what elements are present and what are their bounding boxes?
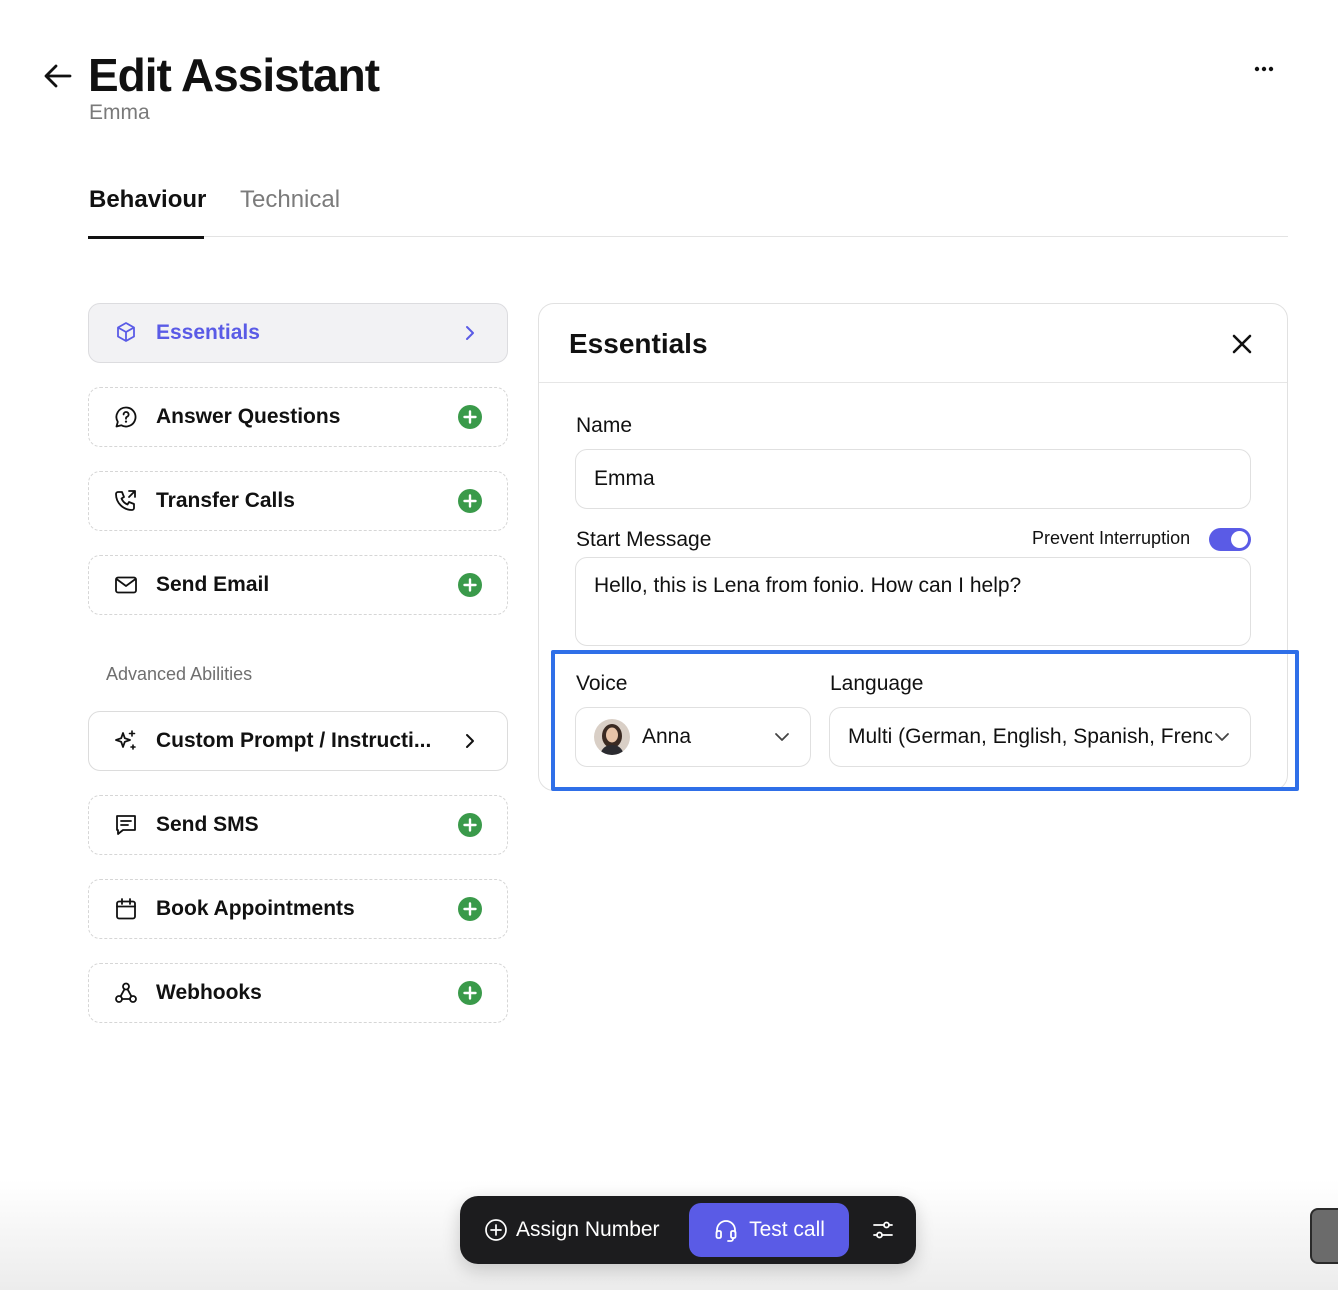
assign-number-label: Assign Number bbox=[516, 1218, 660, 1241]
tab-behaviour[interactable]: Behaviour bbox=[89, 186, 206, 214]
chevron-right-icon bbox=[457, 728, 483, 754]
mail-icon bbox=[113, 572, 139, 598]
add-circle-icon[interactable] bbox=[457, 980, 483, 1006]
ability-label: Custom Prompt / Instructi... bbox=[156, 729, 432, 752]
phone-transfer-icon bbox=[113, 488, 139, 514]
ability-label: Send SMS bbox=[156, 813, 259, 836]
add-circle-icon[interactable] bbox=[457, 896, 483, 922]
chevron-down-icon bbox=[772, 727, 792, 747]
prevent-interruption-label: Prevent Interruption bbox=[1032, 528, 1191, 548]
add-circle-outline-icon bbox=[484, 1218, 508, 1242]
name-input[interactable] bbox=[575, 449, 1251, 509]
add-circle-icon[interactable] bbox=[457, 488, 483, 514]
back-arrow-icon[interactable] bbox=[40, 58, 76, 94]
side-widget-handle[interactable] bbox=[1310, 1208, 1338, 1264]
voice-value: Anna bbox=[642, 725, 692, 748]
assign-number-button[interactable]: Assign Number bbox=[484, 1210, 660, 1250]
ability-essentials[interactable]: Essentials bbox=[88, 303, 508, 363]
cube-icon bbox=[113, 320, 139, 346]
ability-book-appointments[interactable]: Book Appointments bbox=[88, 879, 508, 939]
panel-divider bbox=[539, 382, 1287, 383]
headset-icon bbox=[713, 1217, 739, 1243]
webhook-icon bbox=[113, 980, 139, 1006]
ability-label: Book Appointments bbox=[156, 897, 355, 920]
test-call-label: Test call bbox=[749, 1218, 825, 1241]
chevron-right-icon bbox=[457, 320, 483, 346]
page-title: Edit Assistant bbox=[88, 49, 380, 101]
ability-label: Essentials bbox=[156, 321, 260, 344]
message-icon bbox=[113, 812, 139, 838]
advanced-abilities-label: Advanced Abilities bbox=[106, 664, 253, 684]
close-icon[interactable] bbox=[1226, 328, 1258, 360]
sliders-icon[interactable] bbox=[869, 1216, 897, 1244]
ability-label: Transfer Calls bbox=[156, 489, 295, 512]
calendar-icon bbox=[113, 896, 139, 922]
start-message-label: Start Message bbox=[576, 528, 712, 551]
tab-divider bbox=[88, 236, 1288, 237]
tab-technical[interactable]: Technical bbox=[240, 186, 340, 214]
voice-select[interactable]: Anna bbox=[575, 707, 811, 767]
ability-webhooks[interactable]: Webhooks bbox=[88, 963, 508, 1023]
chevron-down-icon bbox=[1212, 727, 1232, 747]
ability-send-sms[interactable]: Send SMS bbox=[88, 795, 508, 855]
panel-title: Essentials bbox=[569, 328, 708, 359]
test-call-button[interactable]: Test call bbox=[689, 1203, 849, 1257]
language-value: Multi (German, English, Spanish, French bbox=[848, 725, 1212, 748]
ability-label: Send Email bbox=[156, 573, 270, 596]
name-label: Name bbox=[576, 414, 633, 437]
add-circle-icon[interactable] bbox=[457, 812, 483, 838]
start-message-input[interactable]: Hello, this is Lena from fonio. How can … bbox=[575, 557, 1251, 646]
sparkle-icon bbox=[113, 728, 139, 754]
ability-transfer-calls[interactable]: Transfer Calls bbox=[88, 471, 508, 531]
add-circle-icon[interactable] bbox=[457, 404, 483, 430]
language-select[interactable]: Multi (German, English, Spanish, French bbox=[829, 707, 1251, 767]
page-subtitle: Emma bbox=[89, 101, 150, 124]
voice-label: Voice bbox=[576, 672, 628, 695]
tab-active-underline bbox=[88, 236, 204, 239]
ability-custom-prompt[interactable]: Custom Prompt / Instructi... bbox=[88, 711, 508, 771]
prevent-interruption-toggle[interactable] bbox=[1209, 528, 1251, 551]
voice-avatar bbox=[594, 719, 630, 755]
more-options-icon[interactable] bbox=[1248, 58, 1280, 80]
ability-send-email[interactable]: Send Email bbox=[88, 555, 508, 615]
language-label: Language bbox=[830, 672, 924, 695]
add-circle-icon[interactable] bbox=[457, 572, 483, 598]
ability-answer-questions[interactable]: Answer Questions bbox=[88, 387, 508, 447]
toggle-knob bbox=[1231, 531, 1248, 548]
chat-question-icon bbox=[113, 404, 139, 430]
ability-label: Webhooks bbox=[156, 981, 262, 1004]
ability-label: Answer Questions bbox=[156, 405, 341, 428]
